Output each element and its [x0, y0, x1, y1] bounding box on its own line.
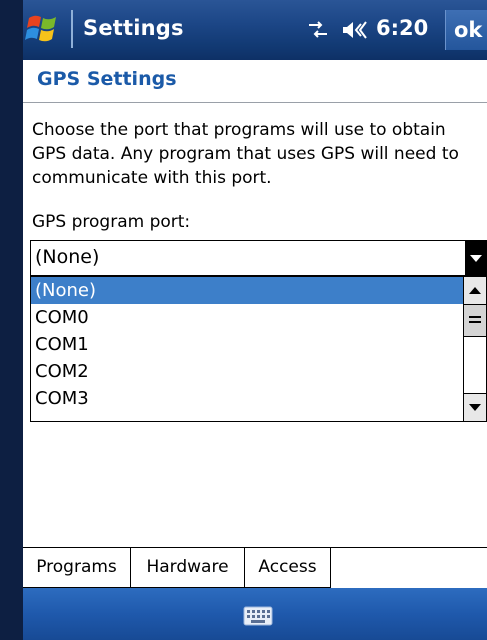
- description-text: Choose the port that programs will use t…: [32, 120, 459, 188]
- list-item-com2[interactable]: COM2: [31, 358, 465, 385]
- tab-access[interactable]: Access: [245, 548, 331, 588]
- chevron-down-icon: [470, 255, 482, 262]
- windows-flag-icon: [25, 15, 56, 42]
- title-bar: Settings 6:20 ok: [23, 0, 487, 60]
- clock[interactable]: 6:20: [376, 16, 428, 40]
- list-item-com1[interactable]: COM1: [31, 331, 465, 358]
- ok-button[interactable]: ok: [445, 10, 487, 50]
- port-label: GPS program port:: [32, 212, 191, 232]
- page-title: GPS Settings: [37, 68, 177, 90]
- tab-programs[interactable]: Programs: [23, 548, 131, 588]
- start-button[interactable]: [23, 12, 63, 46]
- scroll-up-button[interactable]: [464, 277, 486, 305]
- keyboard-button[interactable]: [243, 606, 273, 626]
- title-separator: [71, 10, 73, 48]
- list-item-com3[interactable]: COM3: [31, 385, 465, 412]
- connectivity-icon[interactable]: [306, 20, 330, 40]
- list-scrollbar[interactable]: [463, 277, 486, 421]
- grip-line: [469, 316, 481, 318]
- dropdown-arrow-button[interactable]: [465, 240, 487, 276]
- menu-bar: [23, 588, 487, 640]
- scroll-thumb[interactable]: [464, 305, 486, 337]
- window-title: Settings: [83, 16, 184, 40]
- tab-hardware[interactable]: Hardware: [131, 548, 245, 588]
- scroll-down-button[interactable]: [464, 393, 486, 421]
- title-divider: [23, 102, 487, 103]
- dropdown-value: (None): [35, 246, 100, 268]
- arrow-up-icon: [469, 287, 481, 294]
- list-item-none[interactable]: (None): [31, 277, 465, 304]
- gps-port-dropdown[interactable]: (None): [30, 240, 487, 276]
- volume-icon[interactable]: [341, 19, 369, 41]
- keyboard-icon: [243, 606, 273, 626]
- arrow-down-icon: [469, 404, 481, 411]
- grip-line: [469, 321, 481, 323]
- list-item-com0[interactable]: COM0: [31, 304, 465, 331]
- content-area: GPS Settings Choose the port that progra…: [23, 60, 487, 588]
- port-options-list[interactable]: (None) COM0 COM1 COM2 COM3: [30, 276, 487, 422]
